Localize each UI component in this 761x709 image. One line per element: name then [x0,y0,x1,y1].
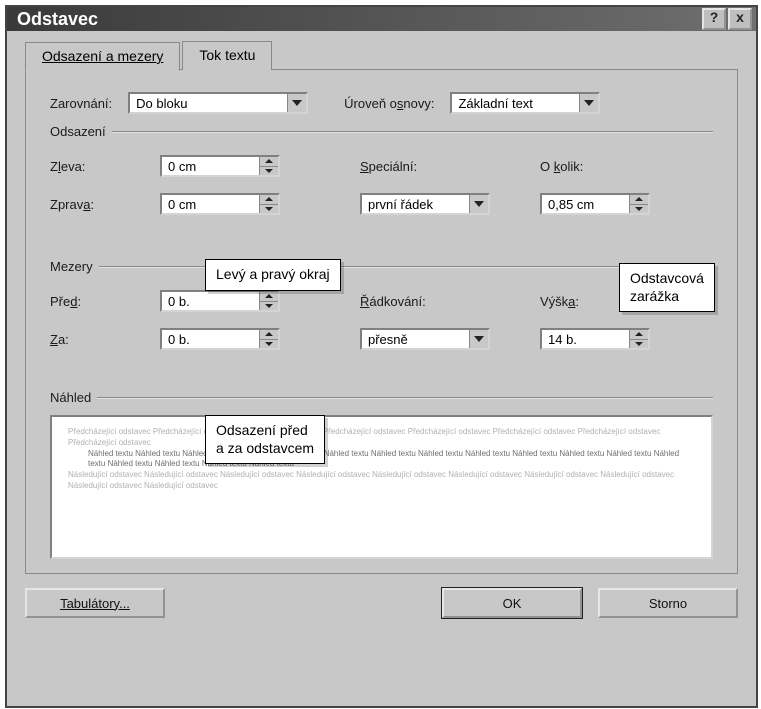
spin-down-icon[interactable] [260,205,278,214]
label-outline-level: Úroveň osnovy: [344,96,434,111]
spin-up-icon[interactable] [260,292,278,302]
spin-up-icon[interactable] [260,195,278,205]
preview-after: Následující odstavec Následující odstave… [68,470,695,492]
group-label: Odsazení [50,124,106,139]
label-special-indent: Speciální: [360,159,510,174]
group-label: Mezery [50,259,93,274]
callout-left-right-margin: Levý a pravý okraj [205,259,341,291]
label-line-spacing: Řádkování: [360,294,510,309]
spinner-space-before[interactable]: 0 b. [160,290,280,312]
dropdown-outline-level[interactable]: Základní text [450,92,600,114]
spinner-space-after[interactable]: 0 b. [160,328,280,350]
spinner-value: 0 cm [162,197,259,212]
tab-panel-indent-spacing: Zarovnání: Do bloku Úroveň osnovy: Zákla… [25,69,738,574]
spin-up-icon[interactable] [260,330,278,340]
label-space-after: Za: [50,332,160,347]
preview-area: Předcházející odstavec Předcházející ods… [50,415,713,559]
tab-label: Odsazení a mezery [42,48,163,64]
chevron-down-icon [469,330,488,348]
tab-text-flow[interactable]: Tok textu [182,41,272,70]
dropdown-value: první řádek [368,197,433,212]
tab-label: Tok textu [199,47,255,63]
group-label: Náhled [50,390,91,405]
spinner-value: 0 b. [162,294,259,309]
dropdown-alignment[interactable]: Do bloku [128,92,308,114]
cancel-button[interactable]: Storno [598,588,738,618]
button-label: Tabulátory... [60,596,130,611]
button-label: Storno [649,596,687,611]
spin-down-icon[interactable] [260,167,278,176]
dropdown-value: Základní text [458,96,532,111]
dropdown-special-indent[interactable]: první řádek [360,193,490,215]
chevron-down-icon [287,94,306,112]
spinner-value: 14 b. [542,332,629,347]
tab-indent-spacing[interactable]: Odsazení a mezery [25,42,180,71]
group-spacing: Mezery [50,259,713,274]
preview-sample: Náhled textu Náhled textu Náhled textu N… [68,449,695,471]
dropdown-value: přesně [368,332,408,347]
label-space-before: Před: [50,294,160,309]
spin-down-icon[interactable] [630,205,648,214]
spin-down-icon[interactable] [260,340,278,349]
ok-button[interactable]: OK [442,588,582,618]
spin-down-icon[interactable] [260,302,278,311]
chevron-down-icon [579,94,598,112]
spinner-value: 0 b. [162,332,259,347]
spinner-left-indent[interactable]: 0 cm [160,155,280,177]
help-button[interactable]: ? [702,8,726,30]
label-alignment: Zarovnání: [50,96,112,111]
tabs-button[interactable]: Tabulátory... [25,588,165,618]
preview-before: Předcházející odstavec Předcházející ods… [68,427,695,449]
window-title: Odstavec [11,9,98,30]
chevron-down-icon [469,195,488,213]
button-bar: Tabulátory... OK Storno [7,574,756,632]
spin-up-icon[interactable] [630,330,648,340]
group-preview: Náhled [50,390,713,405]
callout-spacing-paragraph: Odsazení před a za odstavcem [205,415,325,464]
close-button[interactable]: x [728,8,752,30]
dropdown-value: Do bloku [136,96,187,111]
spin-up-icon[interactable] [630,195,648,205]
group-indent: Odsazení [50,124,713,139]
tab-strip: Odsazení a mezery Tok textu [25,41,738,70]
label-right-indent: Zprava: [50,197,160,212]
spinner-at-height[interactable]: 14 b. [540,328,650,350]
spinner-right-indent[interactable]: 0 cm [160,193,280,215]
spin-down-icon[interactable] [630,340,648,349]
spin-up-icon[interactable] [260,157,278,167]
button-label: OK [503,596,522,611]
callout-paragraph-indent: Odstavcová zarážka [619,263,715,312]
spinner-value: 0,85 cm [542,197,629,212]
titlebar: Odstavec ? x [7,7,756,31]
label-by-amount: O kolik: [540,159,670,174]
label-left-indent: Zleva: [50,159,160,174]
spinner-value: 0 cm [162,159,259,174]
dialog-window: Odstavec ? x Odsazení a mezery Tok textu… [5,5,758,708]
dropdown-line-spacing[interactable]: přesně [360,328,490,350]
spinner-by-amount[interactable]: 0,85 cm [540,193,650,215]
